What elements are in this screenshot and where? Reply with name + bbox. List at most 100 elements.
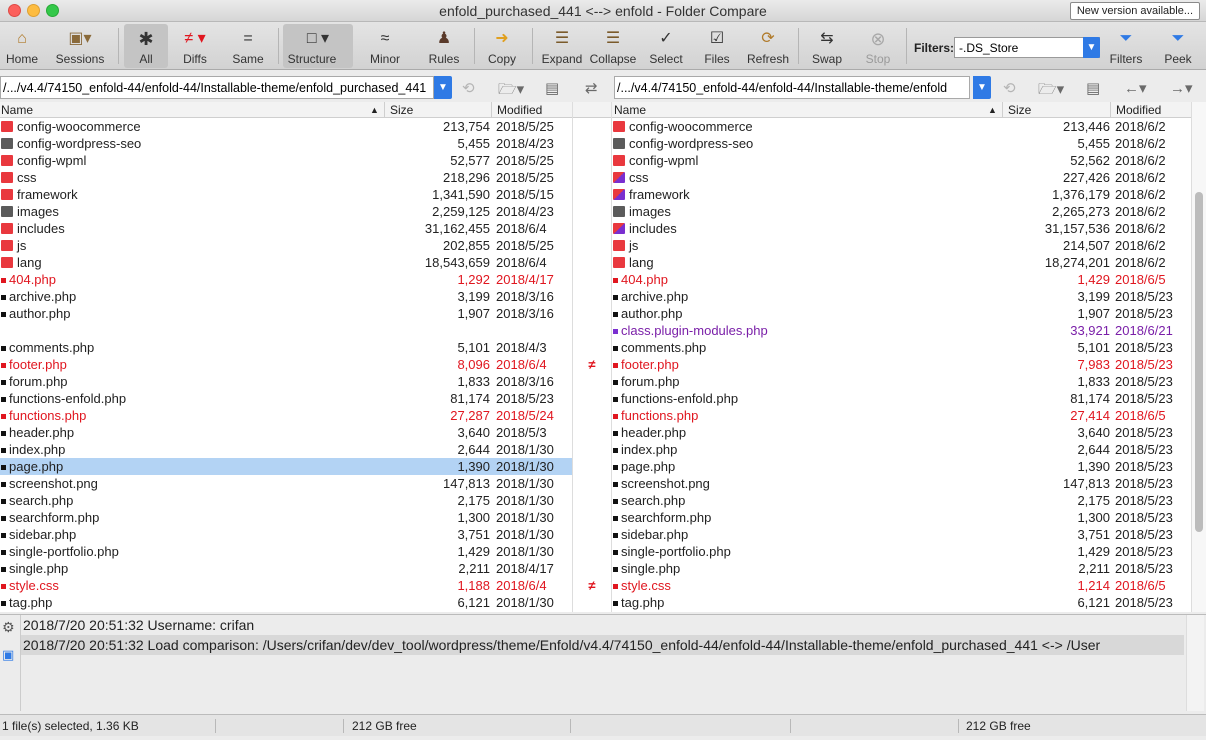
file-row[interactable]: single.php 2,211 2018/5/23 bbox=[612, 560, 1191, 577]
folder-row[interactable]: lang 18,543,659 2018/6/4 bbox=[0, 254, 572, 271]
file-row[interactable]: functions.php 27,414 2018/6/5 bbox=[612, 407, 1191, 424]
same-button[interactable]: = Same bbox=[228, 24, 268, 68]
file-row[interactable]: search.php 2,175 2018/5/23 bbox=[612, 492, 1191, 509]
file-row[interactable]: index.php 2,644 2018/5/23 bbox=[612, 441, 1191, 458]
file-row[interactable]: single-portfolio.php 1,429 2018/5/23 bbox=[612, 543, 1191, 560]
scrollbar-thumb[interactable] bbox=[1195, 192, 1203, 532]
folder-row[interactable]: images 2,265,273 2018/6/2 bbox=[612, 203, 1191, 220]
folder-row[interactable]: framework 1,376,179 2018/6/2 bbox=[612, 186, 1191, 203]
file-row[interactable]: tag.php 6,121 2018/5/23 bbox=[612, 594, 1191, 611]
file-row[interactable]: comments.php 5,101 2018/4/3 bbox=[0, 339, 572, 356]
filters-button[interactable]: ⏷ Filters bbox=[1106, 24, 1146, 68]
refresh-button[interactable]: ⟳ Refresh bbox=[744, 24, 792, 68]
right-path-dropdown[interactable]: ▼ bbox=[973, 76, 991, 99]
modified-column-header[interactable]: Modified bbox=[1116, 103, 1161, 117]
name-column-header[interactable]: Name bbox=[614, 103, 646, 117]
open-folder-icon[interactable]: 🗁▾ bbox=[498, 79, 524, 104]
folder-row[interactable]: config-woocommerce 213,754 2018/5/25 bbox=[0, 118, 572, 135]
copy-button[interactable]: ➜ Copy bbox=[482, 24, 522, 68]
gear-icon[interactable]: ⚙ bbox=[2, 619, 15, 636]
select-button[interactable]: ✓ Select bbox=[646, 24, 686, 68]
file-row[interactable]: forum.php 1,833 2018/5/23 bbox=[612, 373, 1191, 390]
file-row[interactable]: header.php 3,640 2018/5/3 bbox=[0, 424, 572, 441]
home-button[interactable]: ⌂ Home bbox=[2, 24, 42, 68]
save-icon[interactable]: ▣ bbox=[2, 647, 14, 663]
file-row[interactable]: single-portfolio.php 1,429 2018/1/30 bbox=[0, 543, 572, 560]
file-row[interactable]: search.php 2,175 2018/1/30 bbox=[0, 492, 572, 509]
file-row[interactable]: header.php 3,640 2018/5/23 bbox=[612, 424, 1191, 441]
nav-back-icon[interactable]: ←▾ bbox=[1124, 79, 1147, 97]
file-row[interactable]: tag.php 6,121 2018/1/30 bbox=[0, 594, 572, 611]
new-version-button[interactable]: New version available... bbox=[1069, 2, 1200, 20]
minor-button[interactable]: ≈ Minor bbox=[364, 24, 406, 68]
folder-row[interactable]: includes 31,162,455 2018/6/4 bbox=[0, 220, 572, 237]
file-row[interactable]: single.php 2,211 2018/4/17 bbox=[0, 560, 572, 577]
right-file-pane[interactable]: Name ▲ Size Modified config-woocommerce 2… bbox=[612, 102, 1191, 612]
file-row[interactable]: index.php 2,644 2018/1/30 bbox=[0, 441, 572, 458]
file-row[interactable]: style.css 1,214 2018/6/5 bbox=[612, 577, 1191, 594]
rules-button[interactable]: ♟ Rules bbox=[424, 24, 464, 68]
parent-folder-icon[interactable]: ▤ bbox=[545, 79, 559, 97]
all-button[interactable]: ✱ All bbox=[126, 24, 166, 68]
vertical-scrollbar[interactable] bbox=[1191, 102, 1206, 612]
file-row[interactable]: screenshot.png 147,813 2018/5/23 bbox=[612, 475, 1191, 492]
expand-button[interactable]: ☰ Expand bbox=[540, 24, 584, 68]
right-path-input[interactable] bbox=[614, 76, 970, 99]
log-output[interactable]: 2018/7/20 20:51:32 Username: crifan 2018… bbox=[20, 615, 1184, 711]
folder-row[interactable]: images 2,259,125 2018/4/23 bbox=[0, 203, 572, 220]
structure-button[interactable]: □ ▾ Structure bbox=[284, 24, 352, 68]
file-row[interactable]: author.php 1,907 2018/5/23 bbox=[612, 305, 1191, 322]
folder-row[interactable]: config-wpml 52,577 2018/5/25 bbox=[0, 152, 572, 169]
filters-input[interactable] bbox=[954, 37, 1100, 58]
folder-row[interactable]: config-wordpress-seo 5,455 2018/6/2 bbox=[612, 135, 1191, 152]
file-row[interactable]: comments.php 5,101 2018/5/23 bbox=[612, 339, 1191, 356]
files-button[interactable]: ☑ Files bbox=[697, 24, 737, 68]
file-row[interactable]: forum.php 1,833 2018/3/16 bbox=[0, 373, 572, 390]
folder-row[interactable]: config-wordpress-seo 5,455 2018/4/23 bbox=[0, 135, 572, 152]
filters-dropdown-button[interactable]: ▼ bbox=[1083, 37, 1100, 58]
folder-row[interactable]: css 218,296 2018/5/25 bbox=[0, 169, 572, 186]
file-row[interactable]: sidebar.php 3,751 2018/5/23 bbox=[612, 526, 1191, 543]
modified-column-header[interactable]: Modified bbox=[497, 103, 542, 117]
file-row[interactable]: sidebar.php 3,751 2018/1/30 bbox=[0, 526, 572, 543]
parent-folder-icon[interactable]: ▤ bbox=[1086, 79, 1100, 97]
file-row[interactable]: author.php 1,907 2018/3/16 bbox=[0, 305, 572, 322]
file-row[interactable]: page.php 1,390 2018/1/30 bbox=[0, 458, 572, 475]
folder-row[interactable]: config-woocommerce 213,446 2018/6/2 bbox=[612, 118, 1191, 135]
file-row[interactable]: searchform.php 1,300 2018/5/23 bbox=[612, 509, 1191, 526]
diffs-button[interactable]: ≠ ▾ Diffs bbox=[170, 24, 220, 68]
file-row[interactable]: class.plugin-modules.php 33,921 2018/6/21 bbox=[612, 322, 1191, 339]
file-row[interactable]: archive.php 3,199 2018/3/16 bbox=[0, 288, 572, 305]
folder-row[interactable]: js 202,855 2018/5/25 bbox=[0, 237, 572, 254]
file-row[interactable]: screenshot.png 147,813 2018/1/30 bbox=[0, 475, 572, 492]
left-file-pane[interactable]: Name ▲ Size Modified config-woocommerce 2… bbox=[0, 102, 572, 612]
collapse-button[interactable]: ☰ Collapse bbox=[588, 24, 638, 68]
sync-folders-icon[interactable]: ⇄ bbox=[585, 79, 598, 97]
name-column-header[interactable]: Name bbox=[1, 103, 33, 117]
file-row[interactable]: archive.php 3,199 2018/5/23 bbox=[612, 288, 1191, 305]
folder-row[interactable]: js 214,507 2018/6/2 bbox=[612, 237, 1191, 254]
log-scrollbar[interactable] bbox=[1186, 615, 1204, 711]
history-back-icon[interactable]: ⟲ bbox=[462, 79, 475, 97]
stop-button[interactable]: ⊗ Stop bbox=[858, 24, 898, 68]
size-column-header[interactable]: Size bbox=[390, 103, 413, 117]
nav-forward-icon[interactable]: →▾ bbox=[1170, 79, 1193, 97]
file-row[interactable]: 404.php 1,292 2018/4/17 bbox=[0, 271, 572, 288]
file-row[interactable]: style.css 1,188 2018/6/4 bbox=[0, 577, 572, 594]
history-back-icon[interactable]: ⟲ bbox=[1003, 79, 1016, 97]
file-row[interactable]: functions-enfold.php 81,174 2018/5/23 bbox=[612, 390, 1191, 407]
folder-row[interactable]: css 227,426 2018/6/2 bbox=[612, 169, 1191, 186]
file-row[interactable]: searchform.php 1,300 2018/1/30 bbox=[0, 509, 572, 526]
file-row[interactable]: footer.php 8,096 2018/6/4 bbox=[0, 356, 572, 373]
empty-row[interactable] bbox=[0, 322, 572, 339]
file-row[interactable]: functions.php 27,287 2018/5/24 bbox=[0, 407, 572, 424]
size-column-header[interactable]: Size bbox=[1008, 103, 1031, 117]
folder-row[interactable]: includes 31,157,536 2018/6/2 bbox=[612, 220, 1191, 237]
folder-row[interactable]: config-wpml 52,562 2018/6/2 bbox=[612, 152, 1191, 169]
open-folder-icon[interactable]: 🗁▾ bbox=[1038, 79, 1064, 104]
folder-row[interactable]: framework 1,341,590 2018/5/15 bbox=[0, 186, 572, 203]
file-row[interactable]: page.php 1,390 2018/5/23 bbox=[612, 458, 1191, 475]
file-row[interactable]: functions-enfold.php 81,174 2018/5/23 bbox=[0, 390, 572, 407]
left-path-input[interactable] bbox=[0, 76, 434, 99]
file-row[interactable]: footer.php 7,983 2018/5/23 bbox=[612, 356, 1191, 373]
